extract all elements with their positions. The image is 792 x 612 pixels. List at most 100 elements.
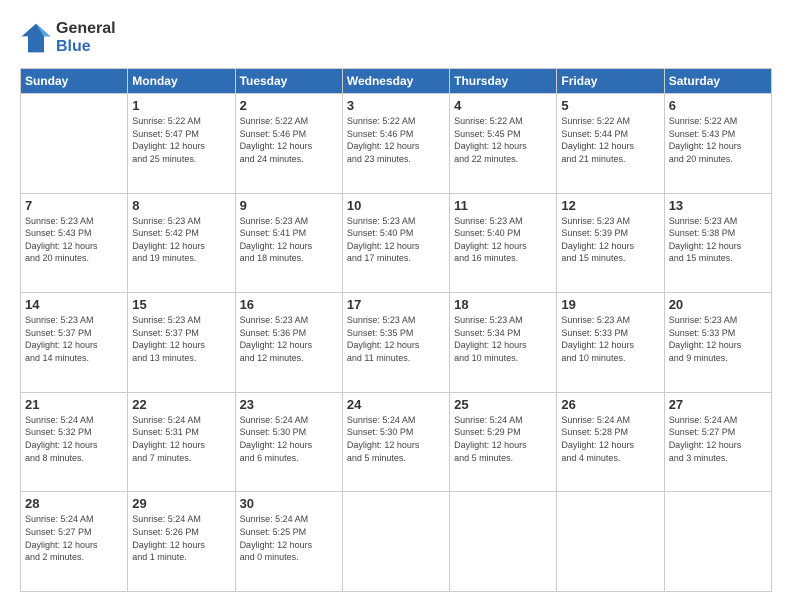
day-number: 7 (25, 198, 123, 213)
day-info: Sunrise: 5:23 AM Sunset: 5:33 PM Dayligh… (669, 314, 767, 364)
calendar-cell: 18Sunrise: 5:23 AM Sunset: 5:34 PM Dayli… (450, 293, 557, 393)
day-number: 5 (561, 98, 659, 113)
calendar-cell: 11 Sunrise: 5:23 AM Sunset: 5:40 PM Dayli… (450, 193, 557, 293)
calendar-cell: 22 Sunrise: 5:24 AM Sunset: 5:31 PM Dayli… (128, 392, 235, 492)
day-info: Sunrise: 5:24 AM Sunset: 5:27 PM Dayligh… (25, 513, 123, 563)
day-number: 26 (561, 397, 659, 412)
day-number: 21 (25, 397, 123, 412)
day-info: Sunrise: 5:23 AM Sunset: 5:40 PM Dayligh… (454, 215, 552, 265)
day-number: 22 (132, 397, 230, 412)
calendar-cell: 8 Sunrise: 5:23 AM Sunset: 5:42 PM Daylig… (128, 193, 235, 293)
logo-icon (20, 22, 52, 54)
week-row-3: 14 Sunrise: 5:23 AM Sunset: 5:37 PM Dayli… (21, 293, 772, 393)
calendar-header-sunday: Sunday (21, 69, 128, 94)
day-number: 28 (25, 496, 123, 511)
day-number: 4 (454, 98, 552, 113)
calendar-cell: 21 Sunrise: 5:24 AM Sunset: 5:32 PM Dayli… (21, 392, 128, 492)
day-info: Sunrise: 5:23 AM Sunset: 5:42 PM Dayligh… (132, 215, 230, 265)
day-info: Sunrise: 5:22 AM Sunset: 5:43 PM Dayligh… (669, 115, 767, 165)
calendar-cell: 2Sunrise: 5:22 AM Sunset: 5:46 PM Daylig… (235, 94, 342, 194)
calendar-cell: 4 Sunrise: 5:22 AM Sunset: 5:45 PM Daylig… (450, 94, 557, 194)
day-info: Sunrise: 5:24 AM Sunset: 5:25 PM Dayligh… (240, 513, 338, 563)
day-info: Sunrise: 5:24 AM Sunset: 5:28 PM Dayligh… (561, 414, 659, 464)
calendar-cell: 12 Sunrise: 5:23 AM Sunset: 5:39 PM Dayli… (557, 193, 664, 293)
day-number: 12 (561, 198, 659, 213)
day-number: 30 (240, 496, 338, 511)
day-number: 18 (454, 297, 552, 312)
day-info: Sunrise: 5:22 AM Sunset: 5:46 PM Dayligh… (347, 115, 445, 165)
calendar-cell: 16Sunrise: 5:23 AM Sunset: 5:36 PM Dayli… (235, 293, 342, 393)
day-number: 11 (454, 198, 552, 213)
calendar-cell: 6 Sunrise: 5:22 AM Sunset: 5:43 PM Daylig… (664, 94, 771, 194)
day-info: Sunrise: 5:24 AM Sunset: 5:30 PM Dayligh… (347, 414, 445, 464)
calendar-cell: 3 Sunrise: 5:22 AM Sunset: 5:46 PM Daylig… (342, 94, 449, 194)
calendar-cell: 30 Sunrise: 5:24 AM Sunset: 5:25 PM Dayli… (235, 492, 342, 592)
day-info: Sunrise: 5:23 AM Sunset: 5:41 PM Dayligh… (240, 215, 338, 265)
day-info: Sunrise: 5:22 AM Sunset: 5:45 PM Dayligh… (454, 115, 552, 165)
calendar-header-tuesday: Tuesday (235, 69, 342, 94)
day-info: Sunrise: 5:22 AM Sunset: 5:46 PM Dayligh… (240, 115, 338, 165)
logo: General Blue (20, 20, 116, 56)
week-row-2: 7 Sunrise: 5:23 AM Sunset: 5:43 PM Daylig… (21, 193, 772, 293)
calendar-cell: 25Sunrise: 5:24 AM Sunset: 5:29 PM Dayli… (450, 392, 557, 492)
calendar-cell: 24 Sunrise: 5:24 AM Sunset: 5:30 PM Dayli… (342, 392, 449, 492)
day-number: 20 (669, 297, 767, 312)
calendar-cell: 1 Sunrise: 5:22 AM Sunset: 5:47 PM Daylig… (128, 94, 235, 194)
calendar-cell: 23 Sunrise: 5:24 AM Sunset: 5:30 PM Dayli… (235, 392, 342, 492)
day-number: 8 (132, 198, 230, 213)
day-info: Sunrise: 5:23 AM Sunset: 5:40 PM Dayligh… (347, 215, 445, 265)
day-number: 9 (240, 198, 338, 213)
calendar-cell: 28 Sunrise: 5:24 AM Sunset: 5:27 PM Dayli… (21, 492, 128, 592)
page: General Blue SundayMondayTuesdayWednesda… (0, 0, 792, 612)
day-info: Sunrise: 5:24 AM Sunset: 5:32 PM Dayligh… (25, 414, 123, 464)
day-number: 16 (240, 297, 338, 312)
day-info: Sunrise: 5:22 AM Sunset: 5:47 PM Dayligh… (132, 115, 230, 165)
day-number: 17 (347, 297, 445, 312)
day-info: Sunrise: 5:23 AM Sunset: 5:37 PM Dayligh… (25, 314, 123, 364)
calendar-cell (664, 492, 771, 592)
week-row-1: 1 Sunrise: 5:22 AM Sunset: 5:47 PM Daylig… (21, 94, 772, 194)
calendar-cell: 17 Sunrise: 5:23 AM Sunset: 5:35 PM Dayli… (342, 293, 449, 393)
calendar-header-wednesday: Wednesday (342, 69, 449, 94)
calendar-cell: 27 Sunrise: 5:24 AM Sunset: 5:27 PM Dayli… (664, 392, 771, 492)
day-number: 27 (669, 397, 767, 412)
day-info: Sunrise: 5:23 AM Sunset: 5:37 PM Dayligh… (132, 314, 230, 364)
day-number: 1 (132, 98, 230, 113)
day-info: Sunrise: 5:23 AM Sunset: 5:33 PM Dayligh… (561, 314, 659, 364)
calendar-header-thursday: Thursday (450, 69, 557, 94)
day-info: Sunrise: 5:24 AM Sunset: 5:30 PM Dayligh… (240, 414, 338, 464)
header: General Blue (20, 20, 772, 56)
calendar-header-saturday: Saturday (664, 69, 771, 94)
calendar-cell: 10 Sunrise: 5:23 AM Sunset: 5:40 PM Dayli… (342, 193, 449, 293)
calendar-cell (342, 492, 449, 592)
day-info: Sunrise: 5:23 AM Sunset: 5:39 PM Dayligh… (561, 215, 659, 265)
day-number: 10 (347, 198, 445, 213)
calendar-cell: 15Sunrise: 5:23 AM Sunset: 5:37 PM Dayli… (128, 293, 235, 393)
calendar-cell: 5 Sunrise: 5:22 AM Sunset: 5:44 PM Daylig… (557, 94, 664, 194)
calendar-cell: 19 Sunrise: 5:23 AM Sunset: 5:33 PM Dayli… (557, 293, 664, 393)
day-info: Sunrise: 5:24 AM Sunset: 5:27 PM Dayligh… (669, 414, 767, 464)
day-info: Sunrise: 5:23 AM Sunset: 5:43 PM Dayligh… (25, 215, 123, 265)
calendar-cell (557, 492, 664, 592)
day-number: 14 (25, 297, 123, 312)
calendar-cell: 7 Sunrise: 5:23 AM Sunset: 5:43 PM Daylig… (21, 193, 128, 293)
day-number: 19 (561, 297, 659, 312)
logo-text: General Blue (56, 20, 116, 56)
day-info: Sunrise: 5:22 AM Sunset: 5:44 PM Dayligh… (561, 115, 659, 165)
day-info: Sunrise: 5:23 AM Sunset: 5:35 PM Dayligh… (347, 314, 445, 364)
day-number: 24 (347, 397, 445, 412)
calendar-header-monday: Monday (128, 69, 235, 94)
calendar-header-row: SundayMondayTuesdayWednesdayThursdayFrid… (21, 69, 772, 94)
calendar-cell: 29 Sunrise: 5:24 AM Sunset: 5:26 PM Dayli… (128, 492, 235, 592)
day-number: 6 (669, 98, 767, 113)
day-number: 23 (240, 397, 338, 412)
calendar-cell: 9 Sunrise: 5:23 AM Sunset: 5:41 PM Daylig… (235, 193, 342, 293)
day-number: 29 (132, 496, 230, 511)
day-number: 13 (669, 198, 767, 213)
week-row-5: 28 Sunrise: 5:24 AM Sunset: 5:27 PM Dayli… (21, 492, 772, 592)
day-info: Sunrise: 5:24 AM Sunset: 5:31 PM Dayligh… (132, 414, 230, 464)
day-info: Sunrise: 5:24 AM Sunset: 5:26 PM Dayligh… (132, 513, 230, 563)
calendar-cell (450, 492, 557, 592)
day-number: 3 (347, 98, 445, 113)
calendar-cell (21, 94, 128, 194)
